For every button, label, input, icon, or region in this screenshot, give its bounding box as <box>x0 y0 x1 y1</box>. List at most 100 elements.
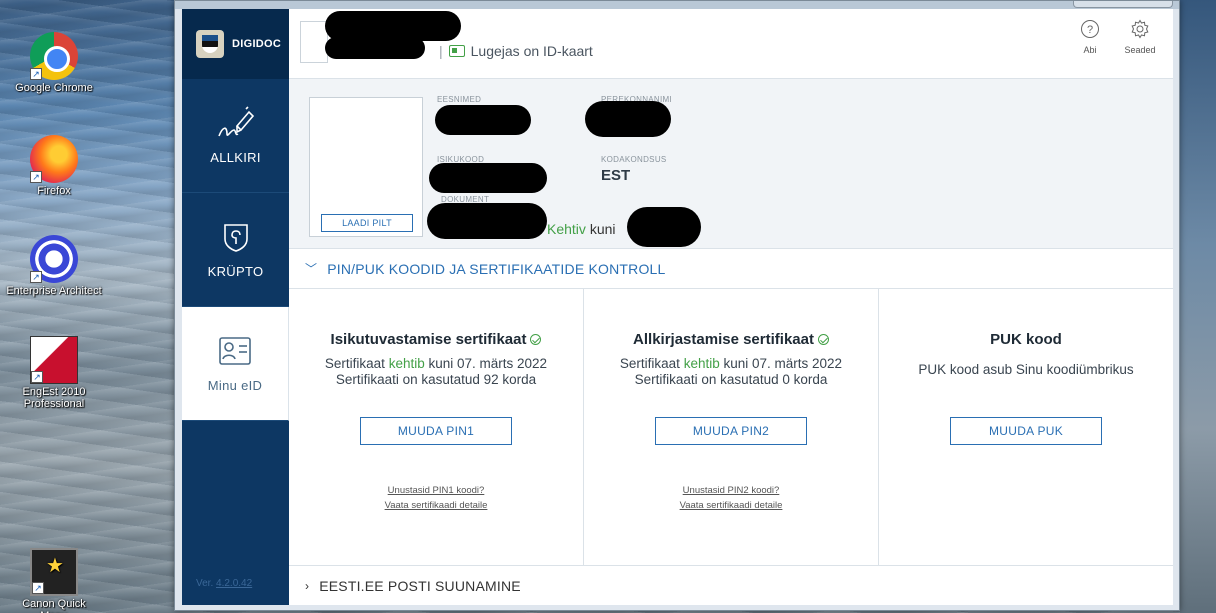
nav-label: Minu eID <box>207 378 263 393</box>
desktop-icon-firefox[interactable]: ↗ Firefox <box>4 135 104 197</box>
cert-expiry: kuni 07. märts 2022 <box>723 356 843 371</box>
canon-quick-menu-icon: ↗ <box>30 548 78 596</box>
desktop-icon-label: EngEst 2010 Professional <box>22 386 86 410</box>
help-button[interactable]: ? Abi <box>1067 19 1113 55</box>
cert-details: Sertifikaat kehtib kuni 07. märts 2022 S… <box>584 356 878 388</box>
check-circle-icon <box>817 334 829 345</box>
desktop-icons: ↗ Google Chrome ↗ Firefox ↗ Enterprise A… <box>0 0 110 613</box>
brand: DIGIDOC <box>182 9 289 79</box>
given-names-label: EESNIMED <box>437 95 482 104</box>
version-info: Ver. 4.2.0.42 <box>196 578 252 589</box>
sidebar: DIGIDOC ALLKIRI KRÜPTO Minu eID Ver. 4.2… <box>182 9 289 605</box>
forgot-pin2-link[interactable]: Unustasid PIN2 koodi? <box>584 483 878 498</box>
cert-links: Unustasid PIN1 koodi? Vaata sertifikaadi… <box>289 483 583 513</box>
desktop-icon-canon[interactable]: ↗ Canon Quick Menu <box>4 548 104 613</box>
nav-item-allkiri[interactable]: ALLKIRI <box>182 79 289 193</box>
validity-until: kuni <box>589 221 616 237</box>
validity-status: Kehtiv <box>547 221 586 237</box>
load-photo-button[interactable]: LAADI PILT <box>321 214 413 232</box>
redacted-document-number <box>427 203 547 239</box>
shield-lock-icon <box>222 220 250 254</box>
redacted-personal-code <box>429 163 547 193</box>
certificates-row: Isikutuvastamise sertifikaat Sertifikaat… <box>289 289 1173 565</box>
cert-line-prefix: Sertifikaat <box>619 356 680 371</box>
main-panel: | Lugejas on ID-kaart ? Abi Seaded LAADI… <box>289 9 1173 605</box>
change-pin2-button[interactable]: MUUDA PIN2 <box>655 417 807 445</box>
cert-line-prefix: Sertifikaat <box>324 356 385 371</box>
email-forward-section-header[interactable]: › EESTI.EE POSTI SUUNAMINE <box>289 565 1173 605</box>
redacted-expiry-date <box>627 207 701 247</box>
help-icon: ? <box>1081 20 1099 38</box>
reader-status-text: Lugejas on ID-kaart <box>470 43 593 59</box>
cert-title: Isikutuvastamise sertifikaat <box>289 331 583 348</box>
window-controls[interactable] <box>1073 1 1173 8</box>
view-sign-cert-details-link[interactable]: Vaata sertifikaadi detaile <box>584 498 878 513</box>
engest-icon: ↗ <box>30 336 78 384</box>
section-title: EESTI.EE POSTI SUUNAMINE <box>319 577 521 594</box>
cert-details: Sertifikaat kehtib kuni 07. märts 2022 S… <box>289 356 583 388</box>
version-prefix: Ver. <box>196 578 214 589</box>
chevron-right-icon: › <box>305 578 310 593</box>
settings-button[interactable]: Seaded <box>1117 19 1163 55</box>
cert-status: kehtib <box>388 356 425 371</box>
svg-text:?: ? <box>1087 24 1093 36</box>
chrome-icon: ↗ <box>30 32 78 80</box>
cert-usage-count: Sertifikaati on kasutatud 92 korda <box>335 372 537 387</box>
cert-title-text: Isikutuvastamise sertifikaat <box>330 331 527 348</box>
nav-label: ALLKIRI <box>210 150 261 165</box>
redacted-surname <box>585 101 671 137</box>
citizenship-label: KODAKONDSUS <box>601 155 667 164</box>
desktop-icon-label: Google Chrome <box>15 82 93 94</box>
reader-status: | Lugejas on ID-kaart <box>439 43 593 59</box>
cert-title-text: Allkirjastamise sertifikaat <box>633 331 814 348</box>
cert-links: Unustasid PIN2 koodi? Vaata sertifikaadi… <box>584 483 878 513</box>
desktop-icon-label: Canon Quick Menu <box>22 598 86 613</box>
card-photo-thumbnail <box>300 21 328 63</box>
nav-label: KRÜPTO <box>207 264 264 279</box>
check-circle-icon <box>530 334 542 345</box>
change-pin1-button[interactable]: MUUDA PIN1 <box>360 417 512 445</box>
desktop-icon-chrome[interactable]: ↗ Google Chrome <box>4 32 104 94</box>
version-link[interactable]: 4.2.0.42 <box>216 578 252 589</box>
sign-certificate-card: Allkirjastamise sertifikaat Sertifikaat … <box>584 289 879 565</box>
forgot-pin1-link[interactable]: Unustasid PIN1 koodi? <box>289 483 583 498</box>
settings-label: Seaded <box>1124 45 1156 55</box>
change-puk-button[interactable]: MUUDA PUK <box>950 417 1102 445</box>
cert-expiry: kuni 07. märts 2022 <box>428 356 548 371</box>
coat-of-arms-icon <box>196 30 224 58</box>
card-header: | Lugejas on ID-kaart ? Abi Seaded <box>289 9 1173 79</box>
brand-name: DIGIDOC <box>232 38 282 50</box>
auth-certificate-card: Isikutuvastamise sertifikaat Sertifikaat… <box>289 289 584 565</box>
cert-validity-line: Sertifikaat kehtib kuni 07. märts 2022 <box>289 356 583 372</box>
digidoc-window: DIGIDOC ALLKIRI KRÜPTO Minu eID Ver. 4.2… <box>174 0 1180 611</box>
firefox-icon: ↗ <box>30 135 78 183</box>
person-details: LAADI PILT EESNIMED PEREKONNANIMI ISIKUK… <box>289 79 1173 249</box>
section-title: PIN/PUK KOODID JA SERTIFIKAATIDE KONTROL… <box>327 260 666 277</box>
chevron-down-icon: ﹀ <box>305 262 318 276</box>
window-titlebar[interactable] <box>175 1 1179 9</box>
cert-validity-line: Sertifikaat kehtib kuni 07. märts 2022 <box>584 356 878 372</box>
desktop-icon-enterprise-architect[interactable]: ↗ Enterprise Architect <box>4 235 104 297</box>
puk-description: PUK kood asub Sinu koodiümbrikus <box>918 362 1134 377</box>
view-auth-cert-details-link[interactable]: Vaata sertifikaadi detaile <box>289 498 583 513</box>
cert-usage-count: Sertifikaati on kasutatud 0 korda <box>634 372 828 387</box>
pin-puk-section-header[interactable]: ﹀ PIN/PUK KOODID JA SERTIFIKAATIDE KONTR… <box>289 249 1173 289</box>
enterprise-architect-icon: ↗ <box>30 235 78 283</box>
redacted-given-names <box>435 105 531 135</box>
cert-title: Allkirjastamise sertifikaat <box>584 331 878 348</box>
citizenship-value: EST <box>601 167 631 184</box>
nav-item-krupto[interactable]: KRÜPTO <box>182 193 289 307</box>
document-validity: Kehtiv kuni <box>547 221 616 237</box>
desktop-icon-engest[interactable]: ↗ EngEst 2010 Professional <box>4 336 104 410</box>
gear-icon <box>1131 19 1149 39</box>
help-label: Abi <box>1083 45 1097 55</box>
id-card-reader-icon <box>448 45 465 57</box>
cert-status: kehtib <box>683 356 720 371</box>
puk-card: PUK kood PUK kood asub Sinu koodiümbriku… <box>879 289 1173 565</box>
desktop-wallpaper-edge <box>1180 0 1216 613</box>
nav-item-minu-eid[interactable]: Minu eID <box>182 307 289 421</box>
redacted-name <box>325 37 425 59</box>
id-card-icon <box>218 334 252 368</box>
desktop-icon-label: Firefox <box>37 185 71 197</box>
desktop-icon-label: Enterprise Architect <box>6 285 102 297</box>
